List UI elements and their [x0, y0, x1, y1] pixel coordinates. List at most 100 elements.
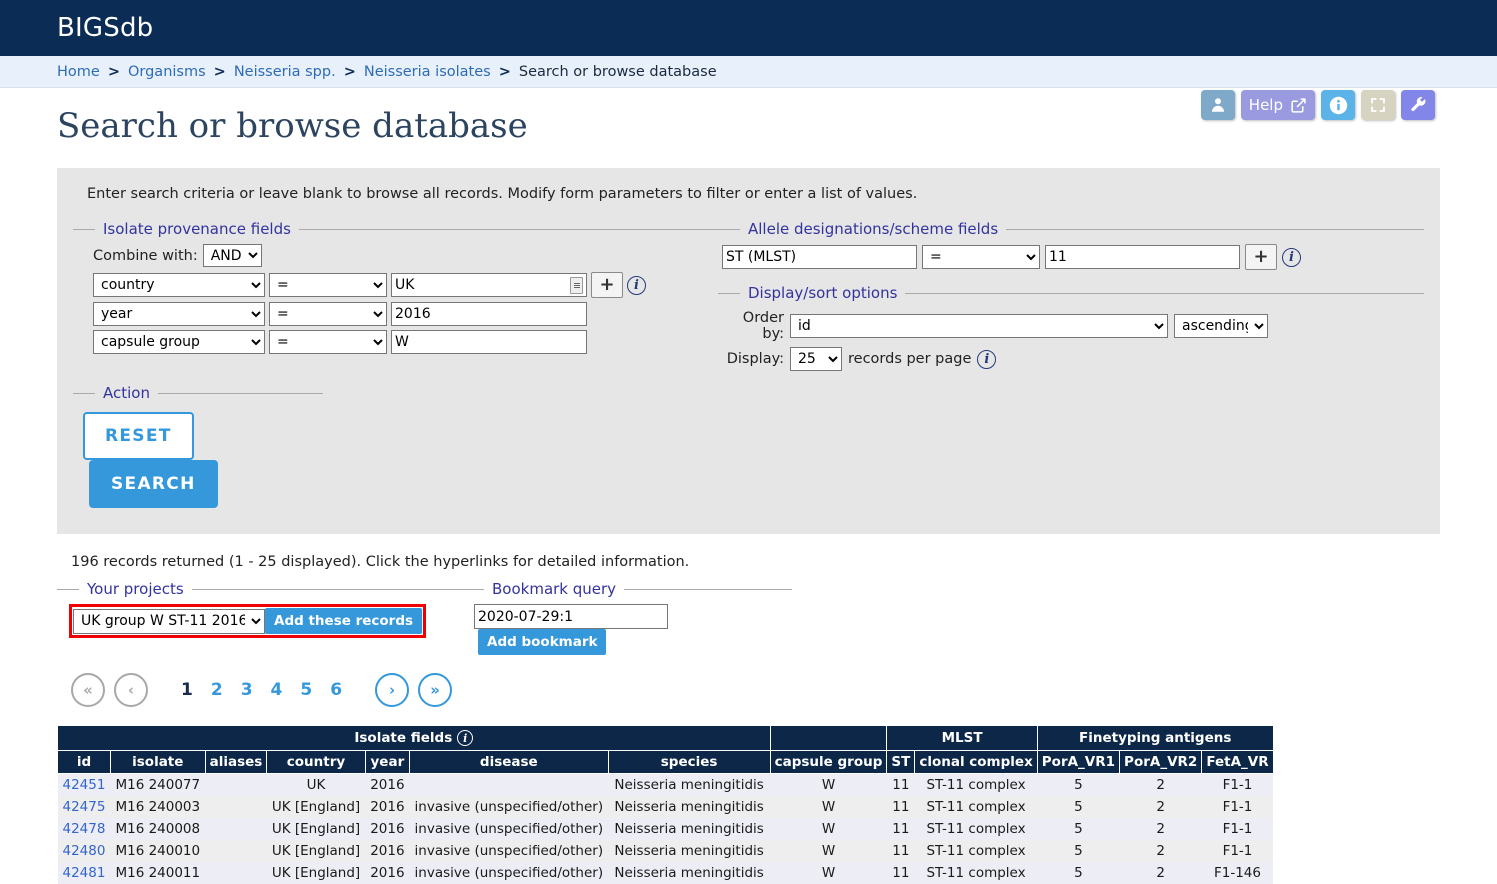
breadcrumb-item-home[interactable]: Home [57, 64, 100, 80]
provenance-value-input-1[interactable] [391, 273, 587, 297]
provenance-row-2: year = [93, 302, 718, 326]
breadcrumb-item-organisms[interactable]: Organisms [128, 64, 206, 80]
cell-clonal-complex: ST-11 complex [914, 796, 1038, 818]
page-number-2[interactable]: 2 [211, 680, 223, 700]
search-button[interactable]: SEARCH [89, 460, 218, 508]
column-header-aliases[interactable]: aliases [204, 750, 268, 774]
column-header-species[interactable]: species [607, 750, 771, 774]
table-row: 42451 M16 240077 UK 2016 Neisseria menin… [57, 773, 1274, 796]
add-bookmark-button[interactable]: Add bookmark [478, 629, 607, 655]
breadcrumb: Home > Organisms > Neisseria spp. > Neis… [0, 56, 1497, 88]
column-header-isolate[interactable]: isolate [109, 750, 206, 774]
cell-feta-vr: F1-146 [1201, 862, 1274, 884]
column-header-year[interactable]: year [364, 750, 411, 774]
breadcrumb-item-current: Search or browse database [518, 63, 717, 80]
record-link[interactable]: 42475 [63, 799, 106, 815]
combine-with-label: Combine with: [93, 247, 198, 264]
column-header-capsule-group[interactable]: capsule group [769, 750, 888, 774]
provenance-value-input-3[interactable] [391, 330, 587, 354]
column-header-id[interactable]: id [57, 750, 111, 774]
column-header-country[interactable]: country [266, 750, 366, 774]
provenance-operator-select-1[interactable]: = [269, 273, 387, 297]
page-number-3[interactable]: 3 [241, 680, 253, 700]
cell-aliases [205, 840, 267, 862]
cell-capsule-group: W [770, 773, 887, 796]
provenance-field-select-1[interactable]: country [93, 273, 265, 297]
provenance-field-select-3[interactable]: capsule group [93, 330, 265, 354]
records-per-page-label: records per page [848, 351, 972, 367]
sort-direction-select[interactable]: ascending [1174, 314, 1268, 338]
user-icon[interactable] [1200, 90, 1235, 120]
cell-clonal-complex: ST-11 complex [914, 840, 1038, 862]
allele-operator-select[interactable]: = [922, 245, 1040, 269]
project-select[interactable]: UK group W ST-11 2016 [73, 608, 265, 634]
action-fieldset: Action RESET SEARCH [73, 384, 323, 512]
cell-pora-vr2: 2 [1119, 862, 1202, 884]
page-number-5[interactable]: 5 [300, 680, 312, 700]
isolate-fields-info-icon[interactable]: i [457, 730, 474, 746]
page-number-1[interactable]: 1 [181, 680, 193, 700]
column-header-disease[interactable]: disease [409, 750, 609, 774]
cell-feta-vr: F1-1 [1201, 840, 1274, 862]
page-number-6[interactable]: 6 [330, 680, 342, 700]
group-header-isolate-fields: Isolate fields i [57, 725, 771, 751]
cell-country: UK [England] [266, 818, 366, 840]
record-link[interactable]: 42478 [63, 821, 106, 837]
order-by-label: Order by: [742, 310, 784, 342]
breadcrumb-item-neisseria-isolates[interactable]: Neisseria isolates [364, 64, 491, 80]
bookmark-name-input[interactable] [474, 604, 668, 629]
cell-capsule-group: W [770, 796, 887, 818]
table-row: 42475 M16 240003 UK [England] 2016 invas… [57, 796, 1274, 818]
records-per-page-select[interactable]: 25 [790, 347, 842, 371]
add-provenance-row-button[interactable]: + [591, 272, 623, 298]
next-page-button[interactable]: › [375, 673, 410, 707]
column-header-clonal-complex[interactable]: clonal complex [914, 750, 1038, 774]
table-row: 42478 M16 240008 UK [England] 2016 invas… [57, 818, 1274, 840]
wrench-icon[interactable] [1401, 90, 1435, 120]
column-header-st[interactable]: ST [886, 750, 916, 774]
list-picker-icon[interactable] [570, 277, 583, 294]
allele-field-input[interactable] [722, 245, 917, 269]
display-info-icon[interactable]: i [977, 349, 997, 369]
cell-aliases [205, 773, 267, 796]
cell-id: 42481 [57, 862, 111, 884]
previous-page-button[interactable]: ‹ [114, 673, 148, 707]
allele-value-input[interactable] [1045, 245, 1240, 269]
last-page-button[interactable]: » [418, 673, 453, 707]
first-page-button[interactable]: « [71, 673, 105, 707]
provenance-field-select-2[interactable]: year [93, 302, 265, 326]
column-header-pora-vr2[interactable]: PorA_VR2 [1119, 750, 1203, 774]
cell-pora-vr1: 5 [1037, 796, 1120, 818]
provenance-info-icon[interactable]: i [627, 275, 646, 295]
help-link[interactable]: Help [1240, 90, 1315, 120]
cell-id: 42475 [57, 796, 111, 818]
cell-year: 2016 [365, 818, 410, 840]
allele-info-icon[interactable]: i [1282, 247, 1301, 267]
record-link[interactable]: 42451 [63, 777, 106, 793]
cell-feta-vr: F1-1 [1201, 818, 1274, 840]
fullscreen-icon[interactable] [1361, 90, 1395, 120]
provenance-operator-select-3[interactable]: = [269, 330, 387, 354]
order-by-select[interactable]: id [790, 314, 1168, 338]
cell-id: 42478 [57, 818, 111, 840]
column-header-feta-vr[interactable]: FetA_VR [1201, 750, 1274, 774]
breadcrumb-separator: > [107, 63, 120, 80]
cell-pora-vr1: 5 [1037, 773, 1120, 796]
combine-with-select[interactable]: AND [202, 244, 262, 267]
record-link[interactable]: 42480 [63, 843, 106, 859]
provenance-value-input-2[interactable] [391, 302, 587, 326]
cell-pora-vr2: 2 [1119, 840, 1202, 862]
provenance-operator-select-2[interactable]: = [269, 302, 387, 326]
info-icon[interactable] [1321, 90, 1355, 120]
cell-aliases [205, 796, 267, 818]
column-header-pora-vr1[interactable]: PorA_VR1 [1036, 750, 1121, 774]
add-allele-row-button[interactable]: + [1245, 244, 1277, 270]
cell-country: UK [England] [266, 862, 366, 884]
page-number-4[interactable]: 4 [271, 680, 283, 700]
your-projects-fieldset: Your projects UK group W ST-11 2016 Add … [57, 580, 462, 659]
breadcrumb-item-neisseria-spp[interactable]: Neisseria spp. [234, 64, 336, 80]
reset-button[interactable]: RESET [83, 412, 194, 460]
record-link[interactable]: 42481 [63, 865, 106, 881]
breadcrumb-separator: > [343, 63, 356, 80]
add-these-records-button[interactable]: Add these records [265, 608, 423, 634]
